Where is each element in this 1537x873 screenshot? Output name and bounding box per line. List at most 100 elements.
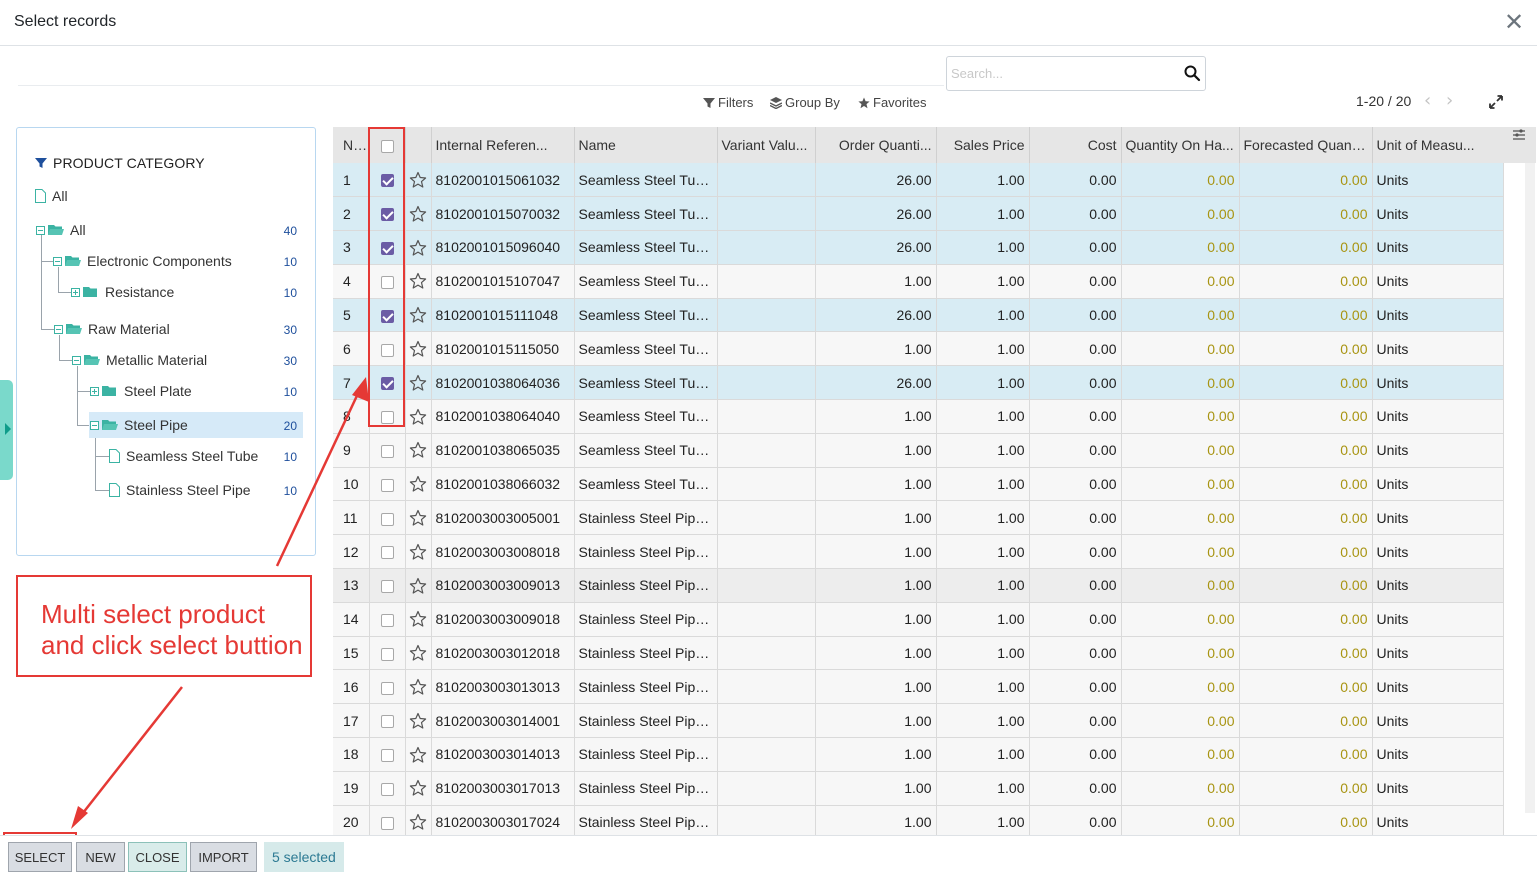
cell-sales-price[interactable]: 1.00 — [936, 433, 1030, 468]
cell-variant-values[interactable] — [717, 298, 816, 333]
cell-variant-values[interactable] — [717, 264, 816, 299]
column-header-name[interactable]: Name — [574, 127, 718, 163]
tree-node-raw-material[interactable]: Raw Material — [54, 316, 170, 342]
column-header-no[interactable]: No. — [333, 127, 370, 163]
close-button[interactable]: CLOSE — [128, 842, 187, 872]
cell-sales-price[interactable]: 1.00 — [936, 467, 1030, 502]
cell-cost[interactable]: 0.00 — [1029, 163, 1122, 198]
row-favorite-cell[interactable] — [405, 669, 432, 705]
row-favorite-cell[interactable] — [405, 703, 432, 739]
cell-internal-reference[interactable]: 8102003003013013 — [431, 669, 575, 705]
cell-name[interactable]: Stainless Steel Pipe... — [574, 771, 718, 806]
cell-unit-of-measure[interactable]: Units — [1372, 467, 1504, 502]
tree-node-resistance[interactable]: Resistance — [71, 279, 174, 305]
row-favorite-cell[interactable] — [405, 163, 432, 198]
group-by-button[interactable]: Group By — [770, 95, 840, 110]
cell-internal-reference[interactable]: 8102001038065035 — [431, 433, 575, 468]
row-favorite-cell[interactable] — [405, 500, 432, 536]
favorite-star-icon[interactable] — [409, 779, 427, 797]
row-checkbox[interactable] — [380, 614, 394, 628]
collapse-icon[interactable] — [53, 256, 62, 266]
cell-order-quantity[interactable]: 1.00 — [815, 399, 937, 434]
row-checkbox[interactable] — [380, 816, 394, 830]
cell-sales-price[interactable]: 1.00 — [936, 771, 1030, 806]
table-row[interactable]: 20 8102003003017024 Stainless Steel Pipe..… — [333, 805, 1504, 835]
cell-forecasted-quantity[interactable]: 0.00 — [1239, 500, 1373, 536]
cell-cost[interactable]: 0.00 — [1029, 467, 1122, 502]
cell-variant-values[interactable] — [717, 568, 816, 603]
cell-quantity-on-hand[interactable]: 0.00 — [1121, 703, 1240, 739]
favorite-star-icon[interactable] — [409, 306, 427, 324]
cell-forecasted-quantity[interactable]: 0.00 — [1239, 636, 1373, 671]
filters-button[interactable]: Filters — [703, 95, 753, 110]
side-panel-toggle[interactable] — [0, 380, 13, 480]
row-checkbox-cell[interactable] — [369, 467, 406, 502]
cell-name[interactable]: Seamless Steel Tub... — [574, 365, 718, 401]
favorite-star-icon[interactable] — [409, 678, 427, 696]
cell-quantity-on-hand[interactable]: 0.00 — [1121, 568, 1240, 603]
row-checkbox[interactable] — [380, 783, 394, 797]
cell-quantity-on-hand[interactable]: 0.00 — [1121, 331, 1240, 367]
favorite-star-icon[interactable] — [409, 475, 427, 493]
cell-unit-of-measure[interactable]: Units — [1372, 771, 1504, 806]
pager-value[interactable]: 1-20 / 20 — [1356, 93, 1411, 109]
cell-variant-values[interactable] — [717, 230, 816, 265]
cell-variant-values[interactable] — [717, 771, 816, 806]
import-button[interactable]: IMPORT — [190, 842, 257, 872]
cell-name[interactable]: Seamless Steel Tub... — [574, 230, 718, 265]
cell-variant-values[interactable] — [717, 602, 816, 637]
cell-name[interactable]: Seamless Steel Tub... — [574, 163, 718, 198]
favorite-star-icon[interactable] — [409, 171, 427, 189]
cell-cost[interactable]: 0.00 — [1029, 230, 1122, 265]
cell-sales-price[interactable]: 1.00 — [936, 534, 1030, 570]
cell-unit-of-measure[interactable]: Units — [1372, 399, 1504, 434]
cell-forecasted-quantity[interactable]: 0.00 — [1239, 298, 1373, 333]
cell-quantity-on-hand[interactable]: 0.00 — [1121, 365, 1240, 401]
cell-order-quantity[interactable]: 1.00 — [815, 264, 937, 299]
cell-sales-price[interactable]: 1.00 — [936, 500, 1030, 536]
cell-name[interactable]: Stainless Steel Pipe... — [574, 500, 718, 536]
cell-sales-price[interactable]: 1.00 — [936, 264, 1030, 299]
cell-sales-price[interactable]: 1.00 — [936, 703, 1030, 739]
cell-name[interactable]: Seamless Steel Tub... — [574, 467, 718, 502]
expand-node-icon[interactable] — [90, 386, 99, 396]
cell-sales-price[interactable]: 1.00 — [936, 365, 1030, 401]
cell-forecasted-quantity[interactable]: 0.00 — [1239, 433, 1373, 468]
table-row[interactable]: 12 8102003003008018 Stainless Steel Pipe..… — [333, 534, 1504, 570]
row-checkbox[interactable] — [380, 580, 394, 594]
column-header-quantity-on-hand[interactable]: Quantity On Ha... — [1121, 127, 1240, 163]
cell-forecasted-quantity[interactable]: 0.00 — [1239, 467, 1373, 502]
favorite-star-icon[interactable] — [409, 509, 427, 527]
cell-forecasted-quantity[interactable]: 0.00 — [1239, 163, 1373, 198]
cell-order-quantity[interactable]: 26.00 — [815, 298, 937, 333]
cell-quantity-on-hand[interactable]: 0.00 — [1121, 805, 1240, 835]
column-header-forecasted-quantity[interactable]: Forecasted Quanti... — [1239, 127, 1373, 163]
pager-next-icon[interactable]: › — [1446, 90, 1453, 111]
expand-icon[interactable] — [1489, 95, 1503, 109]
select-button[interactable]: SELECT — [8, 842, 72, 872]
column-options-icon[interactable] — [1512, 128, 1526, 142]
row-favorite-cell[interactable] — [405, 636, 432, 671]
favorite-star-icon[interactable] — [409, 813, 427, 831]
column-header-unit-of-measure[interactable]: Unit of Measu... — [1372, 127, 1504, 163]
cell-cost[interactable]: 0.00 — [1029, 602, 1122, 637]
cell-sales-price[interactable]: 1.00 — [936, 230, 1030, 265]
favorite-star-icon[interactable] — [409, 408, 427, 426]
cell-internal-reference[interactable]: 8102001038066032 — [431, 467, 575, 502]
cell-cost[interactable]: 0.00 — [1029, 298, 1122, 333]
search-input[interactable] — [951, 63, 1171, 83]
table-row[interactable]: 18 8102003003014013 Stainless Steel Pipe..… — [333, 737, 1504, 772]
row-checkbox-cell[interactable] — [369, 568, 406, 603]
cell-forecasted-quantity[interactable]: 0.00 — [1239, 771, 1373, 806]
cell-unit-of-measure[interactable]: Units — [1372, 331, 1504, 367]
row-favorite-cell[interactable] — [405, 737, 432, 772]
cell-order-quantity[interactable]: 1.00 — [815, 703, 937, 739]
cell-internal-reference[interactable]: 8102003003017024 — [431, 805, 575, 835]
row-favorite-cell[interactable] — [405, 771, 432, 806]
cell-name[interactable]: Seamless Steel Tub... — [574, 264, 718, 299]
cell-variant-values[interactable] — [717, 196, 816, 232]
row-checkbox-cell[interactable] — [369, 771, 406, 806]
table-row[interactable]: 19 8102003003017013 Stainless Steel Pipe..… — [333, 771, 1504, 806]
cell-forecasted-quantity[interactable]: 0.00 — [1239, 568, 1373, 603]
cell-forecasted-quantity[interactable]: 0.00 — [1239, 399, 1373, 434]
